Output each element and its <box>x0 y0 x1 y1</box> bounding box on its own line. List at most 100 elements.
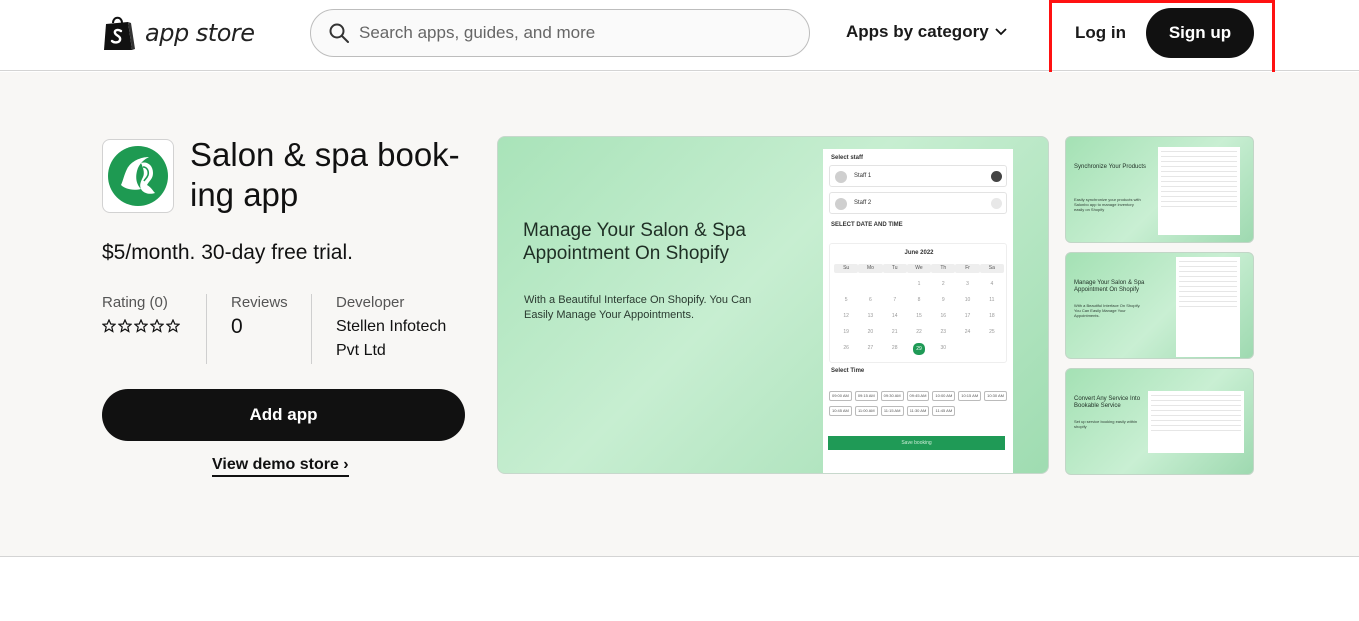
save-booking-preview-button: Save booking <box>828 436 1005 450</box>
star-outline-icon <box>118 319 132 333</box>
time-slot: 11:45 AM <box>932 406 956 416</box>
staff-name: Staff 1 <box>854 173 872 179</box>
calendar-day: 18 <box>989 313 995 319</box>
calendar-day <box>955 344 979 353</box>
staff-avatar <box>835 171 847 183</box>
time-slot: 10:30 AM <box>984 391 1007 401</box>
star-outline-icon <box>134 319 148 333</box>
check-icon <box>991 171 1002 182</box>
calendar-day: 28 <box>891 345 898 351</box>
calendar-day: 12 <box>843 313 849 319</box>
time-slot: 11:00 AM <box>854 406 878 416</box>
app-icon <box>102 139 174 213</box>
app-title: Salon & spa book-ing app <box>190 136 460 213</box>
search-input[interactable] <box>359 23 779 43</box>
select-time-label: Select Time <box>831 368 865 374</box>
thumbnail-title: Manage Your Salon & Spa Appointment On S… <box>1074 280 1145 293</box>
calendar-day: 11 <box>989 297 995 303</box>
search-bar[interactable] <box>310 9 810 57</box>
calendar-day <box>834 280 858 289</box>
select-staff-label: Select staff <box>831 155 864 161</box>
calendar-day <box>980 344 1004 353</box>
calendar-day: 8 <box>917 297 921 303</box>
highlight-box <box>1049 0 1275 75</box>
calendar-day: 3 <box>966 281 969 287</box>
calendar-day: 1 <box>917 281 921 287</box>
thumbnail-service-table-preview <box>1148 391 1244 453</box>
screenshot-thumbnail-2[interactable]: Manage Your Salon & Spa Appointment On S… <box>1065 252 1254 359</box>
time-slot: 11:30 AM <box>906 406 930 416</box>
screenshot-headline: Manage Your Salon & Spa Appointment On S… <box>523 220 746 264</box>
calendar-month: June 2022 <box>904 250 934 256</box>
view-demo-store-link[interactable]: View demo store › <box>212 456 349 477</box>
screenshot-subtext: With a Beautiful Interface On Shopify. Y… <box>524 294 752 321</box>
star-outline-icon <box>150 319 164 333</box>
developer-stat: Developer Stellen Infotech Pvt Ltd <box>312 294 462 364</box>
calendar-day: 19 <box>843 329 849 335</box>
thumbnail-subtext: Easily synchronize your products with Sa… <box>1074 197 1141 212</box>
radio-icon <box>991 198 1002 209</box>
time-slot: 11:15 AM <box>880 406 904 416</box>
thumbnail-booking-preview <box>1176 257 1240 357</box>
select-date-label: SELECT DATE AND TIME <box>831 222 903 228</box>
logo-text: app store <box>145 19 255 47</box>
time-slot: 09:45 AM <box>906 391 930 401</box>
calendar-day: 14 <box>891 313 898 319</box>
calendar-day: 23 <box>940 329 947 335</box>
weekday-label: We <box>906 264 932 273</box>
app-store-logo[interactable]: app store <box>102 14 255 52</box>
page-bottom-area <box>0 558 1359 621</box>
calendar-day: 20 <box>867 329 874 335</box>
app-pricing: $5/month. 30-day free trial. <box>102 241 353 264</box>
salon-logo-icon <box>108 146 168 206</box>
apps-by-category-dropdown[interactable]: Apps by category <box>846 22 1007 42</box>
thumbnail-subtext: With a Beautiful Interface On Shopify. Y… <box>1074 303 1141 318</box>
rating-stat: Rating (0) <box>102 294 206 364</box>
time-slot: 10:15 AM <box>958 391 982 401</box>
rating-stars <box>102 319 206 333</box>
thumbnail-subtext: Set up service booking easily within sho… <box>1074 419 1138 429</box>
weekday-label: Tu <box>882 264 907 273</box>
developer-label: Developer <box>336 294 405 311</box>
calendar-day: 21 <box>891 329 898 335</box>
star-outline-icon <box>166 319 180 333</box>
calendar-day: 22 <box>916 329 922 335</box>
search-icon <box>329 23 349 43</box>
calendar-grid: Su Mo Tu We Th Fr Sa 1 2 3 4 5 6 7 8 9 10 11 12 13 14 15 16 17 1… <box>834 264 1004 355</box>
calendar-preview: June 2022 Su Mo Tu We Th Fr Sa 1 2 3 4 5 6 7 8 9 10 11 12 1… <box>829 243 1007 363</box>
weekday-label: Th <box>931 264 956 273</box>
weekday-label: Su <box>834 264 859 273</box>
time-slot: 10:45 AM <box>829 406 852 416</box>
calendar-day: 26 <box>843 345 849 351</box>
weekday-label: Mo <box>858 264 883 273</box>
weekday-label: Sa <box>979 264 1004 273</box>
staff-name: Staff 2 <box>854 200 872 206</box>
thumbnail-title: Synchronize Your Products <box>1074 164 1147 170</box>
shopify-bag-icon <box>104 16 135 50</box>
staff-avatar <box>835 198 847 210</box>
developer-name-link[interactable]: Stellen Infotech Pvt Ltd <box>336 315 462 363</box>
calendar-day: 15 <box>916 313 922 319</box>
app-hero-section: Salon & spa book-ing app $5/month. 30-da… <box>0 72 1359 557</box>
time-slot: 10:00 AM <box>932 391 956 401</box>
calendar-day <box>858 280 882 289</box>
staff-option: Staff 2 <box>829 192 1007 214</box>
calendar-day: 2 <box>941 281 945 287</box>
thumbnail-title: Convert Any Service Into Bookable Servic… <box>1074 396 1141 409</box>
screenshot-thumbnail-1[interactable]: Synchronize Your Products Easily synchro… <box>1065 136 1254 243</box>
main-screenshot[interactable]: Manage Your Salon & Spa Appointment On S… <box>497 136 1049 474</box>
app-stats: Rating (0) Reviews 0 Developer Stellen I… <box>102 294 462 364</box>
calendar-day: 27 <box>867 345 874 351</box>
calendar-day: 9 <box>941 297 945 303</box>
reviews-stat[interactable]: Reviews 0 <box>207 294 311 364</box>
calendar-day: 13 <box>867 313 874 319</box>
calendar-day: 7 <box>893 297 897 303</box>
reviews-label: Reviews <box>231 294 288 311</box>
add-app-button[interactable]: Add app <box>102 389 465 441</box>
calendar-day <box>883 280 907 289</box>
screenshot-thumbnail-3[interactable]: Convert Any Service Into Bookable Servic… <box>1065 368 1254 475</box>
calendar-day: 5 <box>844 297 848 303</box>
calendar-day: 17 <box>964 313 971 319</box>
booking-panel-preview: Select staff Staff 1 Staff 2 SELECT DATE… <box>823 149 1013 473</box>
staff-option: Staff 1 <box>829 165 1007 187</box>
